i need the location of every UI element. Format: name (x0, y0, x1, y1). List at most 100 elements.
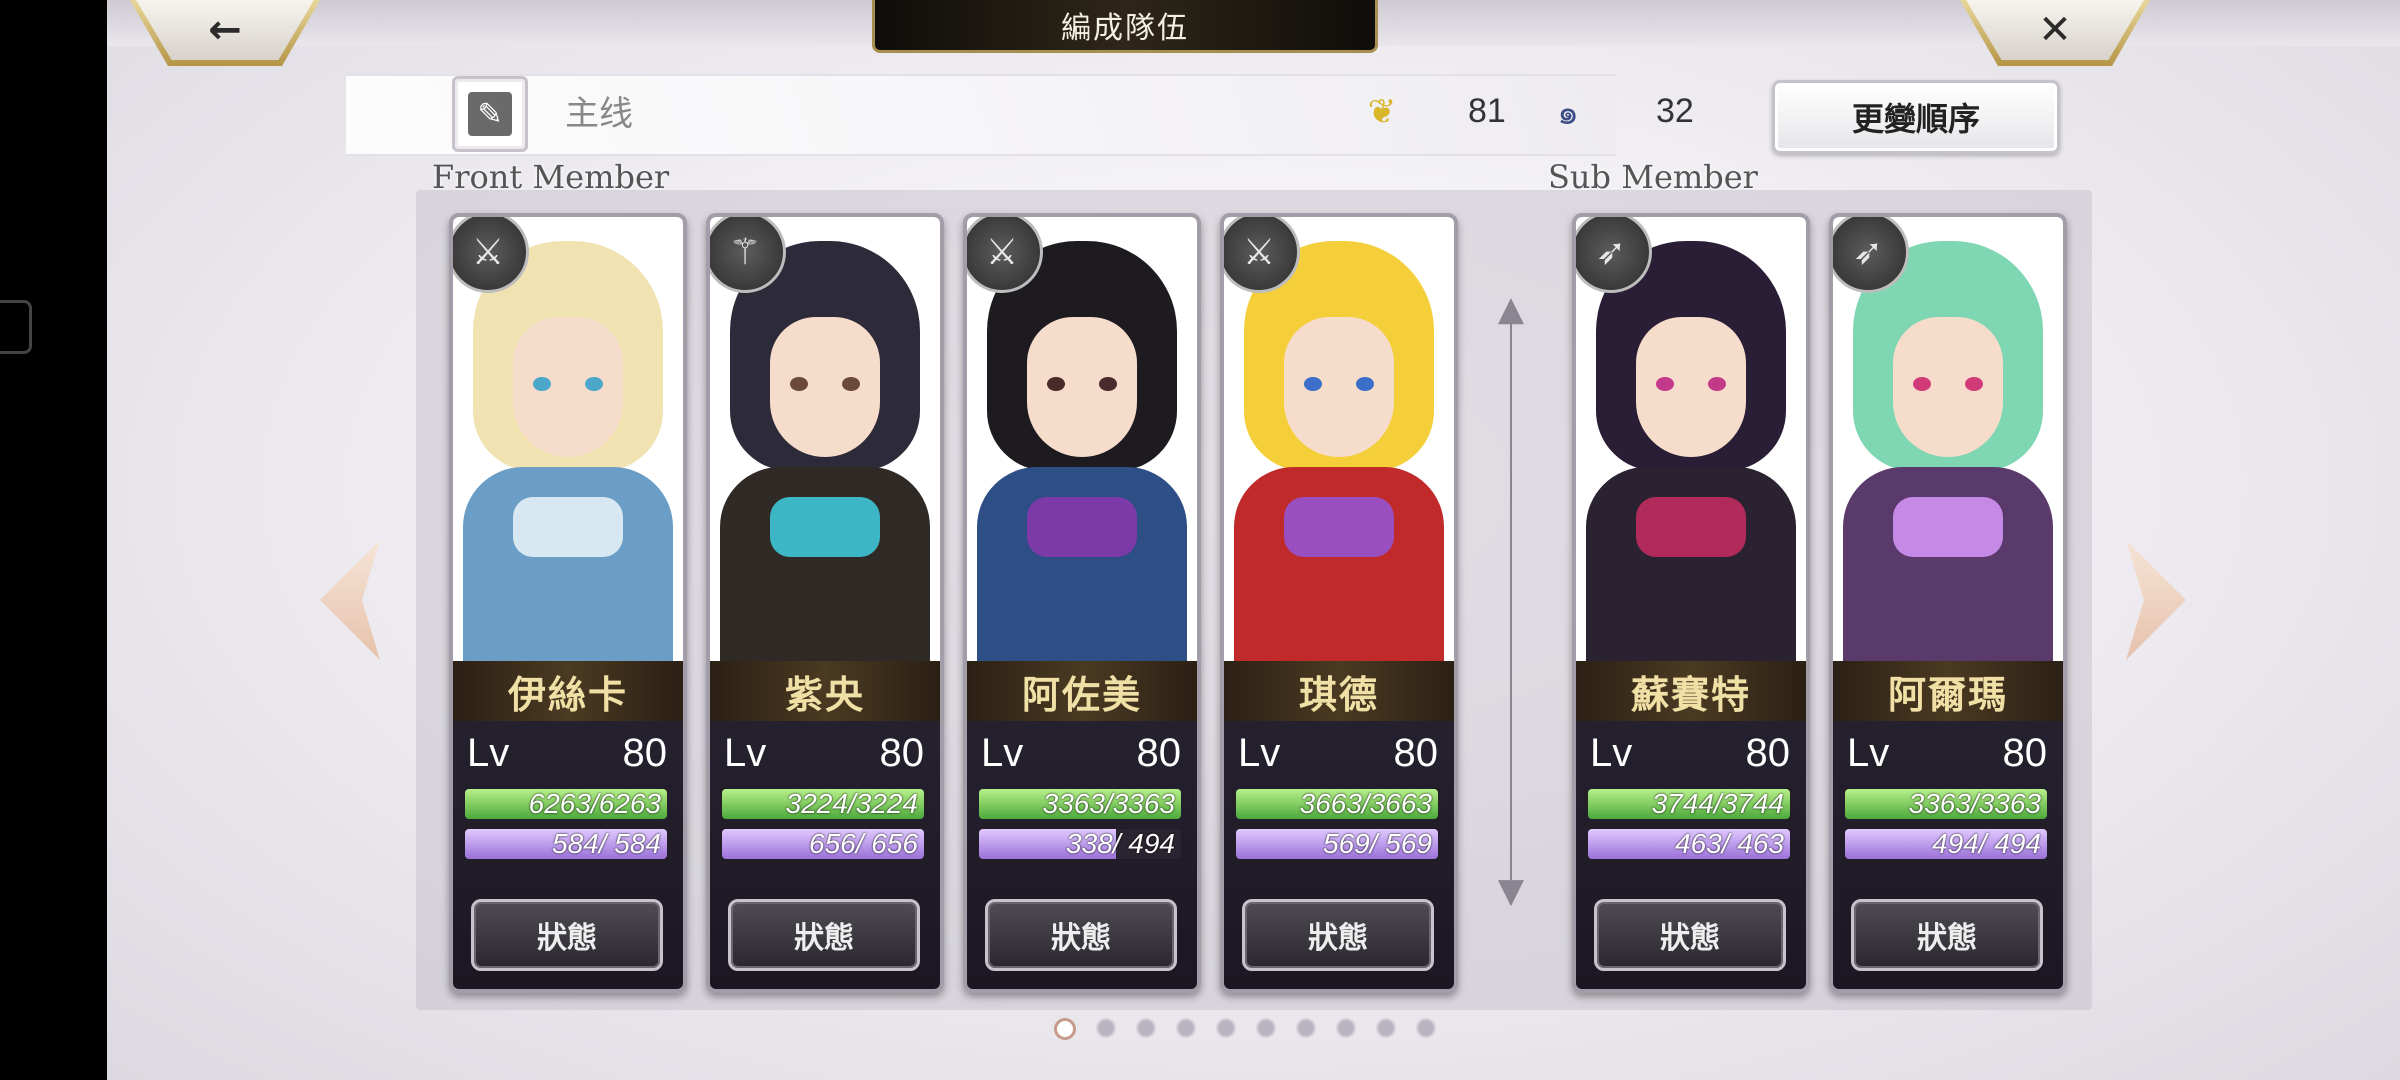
level-row: Lv 80 (1238, 727, 1438, 781)
member-card[interactable]: ➶ 蘇賽特 Lv 80 3744/3744 463/ 463 狀態 (1572, 213, 1810, 993)
character-name: 琪德 (1224, 661, 1454, 721)
character-name: 阿佐美 (967, 661, 1197, 721)
level-label: Lv (1590, 731, 1633, 775)
hp-bar: 6263/6263 (465, 789, 667, 819)
portrait-eye (533, 377, 551, 391)
status-button[interactable]: 狀態 (985, 899, 1177, 971)
hp-value: 3363/3363 (1042, 789, 1175, 819)
member-card[interactable]: ⚚ 紫央 Lv 80 3224/3224 656/ 656 狀態 (706, 213, 944, 993)
page-indicator (1054, 1018, 1436, 1042)
portrait-eye (1356, 377, 1374, 391)
page-dot[interactable] (1416, 1018, 1436, 1038)
level-row: Lv 80 (1847, 727, 2047, 781)
wing-value: 81 (1468, 92, 1506, 130)
page-title: 編成隊伍 (872, 0, 1378, 53)
status-button[interactable]: 狀態 (1594, 899, 1786, 971)
next-party-arrow[interactable] (2126, 540, 2186, 660)
page-dot[interactable] (1176, 1018, 1196, 1038)
member-card[interactable]: ⚔ 琪德 Lv 80 3663/3663 569/ 569 狀態 (1220, 213, 1458, 993)
portrait-face (1636, 317, 1746, 457)
page-dot[interactable] (1096, 1018, 1116, 1038)
portrait-accent (770, 497, 880, 557)
sp-value: 584/ 584 (552, 829, 661, 859)
portrait-eye (1708, 377, 1726, 391)
hp-bar: 3363/3363 (1845, 789, 2047, 819)
sp-value: 338/ 494 (1066, 829, 1175, 859)
hp-value: 3224/3224 (785, 789, 918, 819)
sp-value: 569/ 569 (1323, 829, 1432, 859)
spiral-icon: ๑ (1557, 93, 1579, 133)
status-button[interactable]: 狀態 (1242, 899, 1434, 971)
hp-value: 3663/3663 (1299, 789, 1432, 819)
page-dot[interactable] (1216, 1018, 1236, 1038)
page-dot[interactable] (1054, 1018, 1076, 1040)
character-name: 紫央 (710, 661, 940, 721)
front-sub-divider: ▲ ▼ (1498, 290, 1524, 910)
level-label: Lv (1847, 731, 1890, 775)
hp-value: 3744/3744 (1651, 789, 1784, 819)
portrait-face (1284, 317, 1394, 457)
change-order-button[interactable]: 更變順序 (1772, 80, 2060, 154)
spiral-value: 32 (1656, 92, 1694, 130)
portrait-face (1893, 317, 2003, 457)
device-left-bar (0, 0, 107, 1080)
status-button[interactable]: 狀態 (1851, 899, 2043, 971)
portrait-eye (1913, 377, 1931, 391)
sp-bar: 584/ 584 (465, 829, 667, 859)
character-name: 蘇賽特 (1576, 661, 1806, 721)
portrait-accent (1893, 497, 2003, 557)
portrait-eye (1047, 377, 1065, 391)
sp-bar: 463/ 463 (1588, 829, 1790, 859)
close-icon: ✕ (2038, 7, 2072, 53)
hp-value: 3363/3363 (1908, 789, 2041, 819)
party-name-bar (346, 74, 1616, 156)
page-dot[interactable] (1336, 1018, 1356, 1038)
character-name: 阿爾瑪 (1833, 661, 2063, 721)
member-card[interactable]: ⚔ 阿佐美 Lv 80 3363/3363 338/ 494 狀態 (963, 213, 1201, 993)
page-dot[interactable] (1376, 1018, 1396, 1038)
portrait-eye (842, 377, 860, 391)
portrait-accent (513, 497, 623, 557)
page-dot[interactable] (1256, 1018, 1276, 1038)
level-row: Lv 80 (467, 727, 667, 781)
level-row: Lv 80 (1590, 727, 1790, 781)
edit-party-name-button[interactable]: ✎ (452, 76, 528, 152)
level-value: 80 (1745, 731, 1791, 775)
level-row: Lv 80 (724, 727, 924, 781)
member-card[interactable]: ⚔ 伊絲卡 Lv 80 6263/6263 584/ 584 狀態 (449, 213, 687, 993)
character-name: 伊絲卡 (453, 661, 683, 721)
member-card[interactable]: ➶ 阿爾瑪 Lv 80 3363/3363 494/ 494 狀態 (1829, 213, 2067, 993)
sp-value: 494/ 494 (1932, 829, 2041, 859)
divider-top-ornament-icon: ▲ (1497, 289, 1525, 329)
level-row: Lv 80 (981, 727, 1181, 781)
camera-notch (0, 300, 32, 354)
level-value: 80 (1136, 731, 1182, 775)
portrait-eye (1304, 377, 1322, 391)
quill-icon: ✎ (468, 92, 512, 136)
portrait-face (513, 317, 623, 457)
level-label: Lv (1238, 731, 1281, 775)
hp-bar: 3224/3224 (722, 789, 924, 819)
sp-bar: 494/ 494 (1845, 829, 2047, 859)
divider-bottom-ornament-icon: ▼ (1497, 871, 1525, 911)
level-label: Lv (724, 731, 767, 775)
portrait-eye (1965, 377, 1983, 391)
level-value: 80 (2002, 731, 2048, 775)
page-dot[interactable] (1136, 1018, 1156, 1038)
level-value: 80 (879, 731, 925, 775)
sp-value: 656/ 656 (809, 829, 918, 859)
level-value: 80 (1393, 731, 1439, 775)
sp-value: 463/ 463 (1675, 829, 1784, 859)
status-button[interactable]: 狀態 (471, 899, 663, 971)
status-button[interactable]: 狀態 (728, 899, 920, 971)
portrait-accent (1636, 497, 1746, 557)
prev-party-arrow[interactable] (320, 540, 380, 660)
portrait-face (770, 317, 880, 457)
level-value: 80 (622, 731, 668, 775)
level-label: Lv (981, 731, 1024, 775)
portrait-accent (1284, 497, 1394, 557)
sp-bar: 338/ 494 (979, 829, 1181, 859)
portrait-eye (1656, 377, 1674, 391)
page-dot[interactable] (1296, 1018, 1316, 1038)
sp-bar: 569/ 569 (1236, 829, 1438, 859)
